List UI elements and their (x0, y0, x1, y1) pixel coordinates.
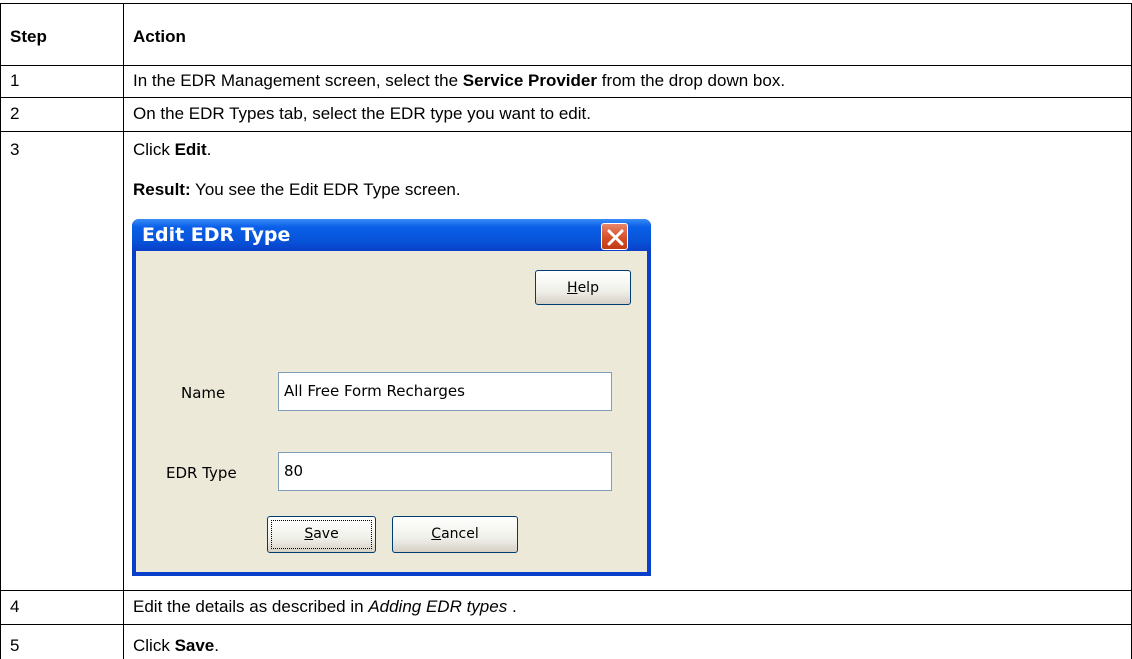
table-column-divider (123, 3, 124, 659)
save-button-label: Save (268, 526, 375, 542)
step-number: 4 (10, 597, 20, 616)
step-number: 1 (10, 71, 20, 90)
action-text: . (206, 140, 212, 159)
step-action: Click Save. (133, 636, 219, 656)
cancel-button-label: Cancel (393, 526, 517, 542)
dialog-title-bar: Edit EDR Type (132, 219, 651, 251)
help-button-label: Help (536, 280, 630, 296)
edit-edr-type-dialog: Edit EDR Type Help Name All Free Form Re… (132, 219, 651, 576)
table-border-left (0, 3, 1, 659)
result-label: Result: (133, 180, 191, 199)
cancel-button[interactable]: Cancel (392, 516, 518, 553)
table-row-divider (0, 131, 1132, 132)
header-action: Action (133, 27, 186, 46)
step-number: 5 (10, 636, 20, 655)
step-action: On the EDR Types tab, select the EDR typ… (133, 104, 591, 123)
edr-type-field[interactable]: 80 (278, 452, 612, 491)
mnemonic: C (431, 526, 442, 542)
step-result: Result: You see the Edit EDR Type screen… (133, 180, 461, 200)
dialog-body: Help Name All Free Form Recharges EDR Ty… (136, 251, 647, 572)
label-rest: ave (313, 526, 339, 542)
mnemonic: H (567, 280, 578, 296)
action-bold: Edit (174, 140, 207, 159)
edr-type-label: EDR Type (166, 464, 237, 482)
action-text: Click (133, 140, 175, 159)
action-bold: Service Provider (462, 71, 597, 90)
close-button[interactable] (601, 223, 628, 250)
step-action: Click Edit. (133, 140, 211, 160)
table-row-divider (0, 97, 1132, 98)
label-rest: ancel (441, 526, 479, 542)
step-action: Edit the details as described in Adding … (133, 597, 517, 617)
step-number: 2 (10, 104, 20, 123)
help-button[interactable]: Help (535, 270, 631, 305)
name-field[interactable]: All Free Form Recharges (278, 372, 612, 411)
dialog-title: Edit EDR Type (142, 224, 291, 246)
name-label: Name (181, 384, 226, 402)
table-border-top (0, 3, 1132, 4)
table-header-divider (0, 65, 1132, 66)
table-row-divider (0, 590, 1132, 591)
header-step: Step (10, 27, 47, 46)
step-action: In the EDR Management screen, select the… (133, 71, 785, 91)
label-rest: elp (577, 280, 599, 296)
mnemonic: S (304, 526, 314, 542)
action-text: Edit the details as described in (133, 597, 369, 616)
action-text: . (214, 636, 219, 655)
table-row-divider (0, 624, 1132, 625)
step-number: 3 (10, 140, 20, 159)
action-bold: Save (174, 636, 215, 655)
action-text: Click (133, 636, 175, 655)
result-text: You see the Edit EDR Type screen. (190, 180, 461, 199)
action-italic-link: Adding EDR types (368, 597, 508, 616)
close-x-icon (607, 229, 624, 246)
action-text: from the drop down box. (597, 71, 786, 90)
action-text: In the EDR Management screen, select the (133, 71, 463, 90)
action-text: . (507, 597, 517, 616)
save-button[interactable]: Save (267, 516, 376, 553)
